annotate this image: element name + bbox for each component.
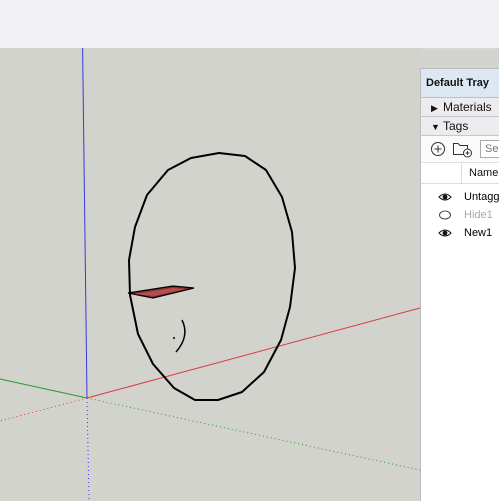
tags-column-header: Name xyxy=(421,163,499,184)
red-axis-solid xyxy=(86,307,420,399)
tag-search-input[interactable] xyxy=(480,140,499,158)
tag-label: Untagged xyxy=(464,191,499,203)
materials-section-header[interactable]: ▶ Materials xyxy=(421,98,499,117)
modeling-viewport[interactable] xyxy=(0,48,420,500)
blue-axis-solid xyxy=(82,48,88,399)
add-tag-folder-icon[interactable] xyxy=(452,140,474,158)
eye-hidden-icon[interactable] xyxy=(438,209,452,221)
tag-label: New1 xyxy=(464,227,493,239)
tags-toolbar xyxy=(421,136,499,163)
small-arc[interactable] xyxy=(175,319,186,353)
add-tag-icon[interactable] xyxy=(429,140,447,158)
red-axis-dotted xyxy=(0,397,88,422)
eye-visible-icon[interactable] xyxy=(438,191,452,203)
default-tray: Default Tray ▶ Materials ▼Tags Name xyxy=(420,68,499,501)
materials-label: Materials xyxy=(443,100,492,114)
circle-outline[interactable] xyxy=(128,152,296,401)
blue-axis-dotted xyxy=(86,397,90,500)
tags-section-header[interactable]: ▼ Tags xyxy=(421,117,499,136)
top-toolbar-area xyxy=(0,0,499,49)
small-point xyxy=(173,337,175,339)
scene-canvas[interactable] xyxy=(0,48,420,500)
name-column-header[interactable]: Name xyxy=(461,163,499,183)
collapsed-arrow-icon: ▶ xyxy=(431,103,438,113)
tag-row-new1[interactable]: New1 xyxy=(421,224,499,242)
tag-row-hide1[interactable]: Hide1 xyxy=(421,206,499,224)
expanded-arrow-icon: ▼ xyxy=(431,122,440,132)
tag-label: Hide1 xyxy=(464,209,493,221)
green-axis-dotted xyxy=(86,397,420,471)
eye-visible-icon[interactable] xyxy=(438,227,452,239)
tags-label: Tags xyxy=(443,119,469,133)
tag-row-untagged[interactable]: Untagged xyxy=(421,188,499,206)
green-axis-solid xyxy=(0,378,88,399)
tray-title: Default Tray xyxy=(421,69,499,98)
